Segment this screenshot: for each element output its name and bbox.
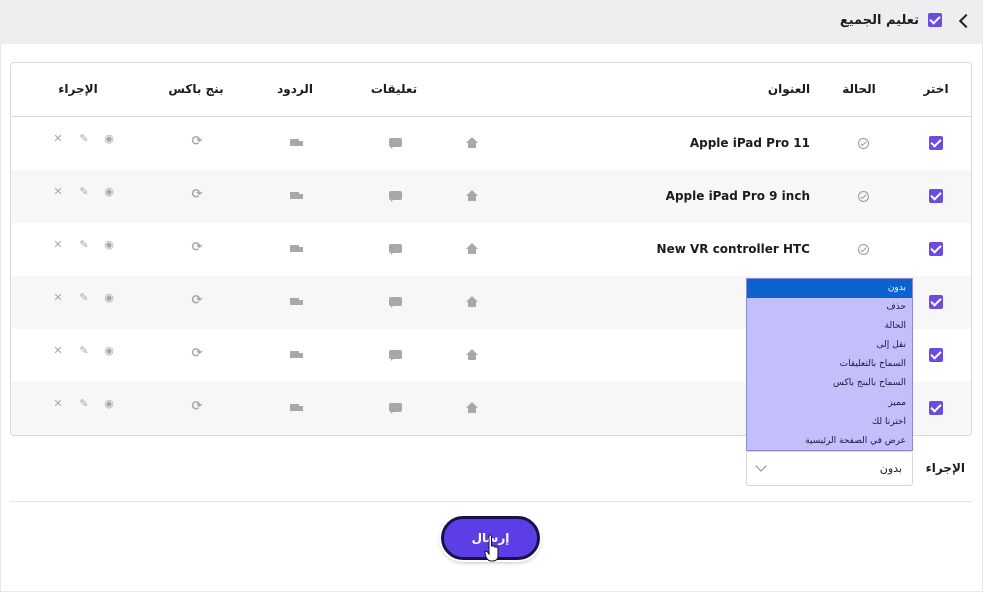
dropdown-option[interactable]: الحالة <box>747 317 912 336</box>
col-comments: تعليقات <box>370 82 418 96</box>
dropdown-option[interactable]: مميز <box>747 394 912 413</box>
view-icon[interactable]: ◉ <box>103 345 115 357</box>
dropdown-option[interactable]: اخترنا لك <box>747 413 912 432</box>
check-circle-icon <box>858 244 869 255</box>
view-icon[interactable]: ◉ <box>103 133 115 145</box>
dropdown-option[interactable]: السماح بالبنج باكس <box>747 374 912 393</box>
check-circle-icon <box>858 138 869 149</box>
col-select: اختر <box>923 82 949 96</box>
edit-icon[interactable]: ✎ <box>78 398 90 410</box>
home-icon[interactable] <box>465 190 479 202</box>
chevron-down-icon <box>755 460 767 472</box>
delete-icon[interactable]: ✕ <box>52 345 64 357</box>
sync-icon[interactable]: ⟳ <box>190 188 204 202</box>
truck-icon[interactable] <box>290 192 303 200</box>
row-checkbox[interactable] <box>929 401 943 415</box>
row-checkbox[interactable] <box>929 189 943 203</box>
top-bar: تعليم الجميع <box>0 0 983 44</box>
home-icon[interactable] <box>465 349 479 361</box>
view-icon[interactable]: ◉ <box>103 186 115 198</box>
comment-icon[interactable] <box>389 403 402 414</box>
col-title: العنوان <box>767 82 811 96</box>
table-header: اختر الحالة العنوان تعليقات الردود بنج ب… <box>11 63 971 117</box>
home-icon[interactable] <box>465 243 479 255</box>
home-icon[interactable] <box>465 402 479 414</box>
delete-icon[interactable]: ✕ <box>52 186 64 198</box>
view-icon[interactable]: ◉ <box>103 292 115 304</box>
delete-icon[interactable]: ✕ <box>52 398 64 410</box>
dropdown-option[interactable]: بدون <box>747 279 912 299</box>
delete-icon[interactable]: ✕ <box>52 239 64 251</box>
bulk-action-label: الإجراء <box>925 461 965 475</box>
truck-icon[interactable] <box>290 139 303 147</box>
edit-icon[interactable]: ✎ <box>78 239 90 251</box>
comment-icon[interactable] <box>389 191 402 202</box>
edit-icon[interactable]: ✎ <box>78 186 90 198</box>
dropdown-option[interactable]: نقل إلى <box>747 336 912 355</box>
chevron-left-icon[interactable] <box>958 12 976 30</box>
col-action: الإجراء <box>58 82 98 96</box>
hand-cursor-icon <box>484 534 500 562</box>
dropdown-option[interactable]: حذف <box>747 298 912 317</box>
sync-icon[interactable]: ⟳ <box>190 400 204 414</box>
sync-icon[interactable]: ⟳ <box>190 347 204 361</box>
sync-icon[interactable]: ⟳ <box>190 135 204 149</box>
comment-icon[interactable] <box>389 350 402 361</box>
comment-icon[interactable] <box>389 244 402 255</box>
col-replies: الردود <box>277 82 313 96</box>
edit-icon[interactable]: ✎ <box>78 133 90 145</box>
divider <box>10 501 972 502</box>
table-row: New VR controller HTC ⟳ ◉ ✎ ✕ <box>11 223 971 276</box>
comment-icon[interactable] <box>389 138 402 149</box>
bulk-action-selected-value: بدون <box>879 462 902 475</box>
table-row: Apple iPad Pro 9 inch ⟳ ◉ ✎ ✕ <box>11 170 971 223</box>
delete-icon[interactable]: ✕ <box>52 292 64 304</box>
row-title[interactable]: Apple iPad Pro 9 inch <box>666 189 810 203</box>
row-checkbox[interactable] <box>929 136 943 150</box>
bulk-action-select[interactable]: بدون <box>746 451 913 486</box>
col-status: الحالة <box>842 82 876 96</box>
dropdown-option[interactable]: عرض في الصفحة الرئيسية <box>747 432 912 451</box>
bulk-action-dropdown-list[interactable]: بدون حذف الحالة نقل إلى السماح بالتعليقات الس… <box>746 278 913 451</box>
col-pingbacks: بنج باكس <box>168 82 224 96</box>
truck-icon[interactable] <box>290 351 303 359</box>
check-circle-icon <box>858 191 869 202</box>
home-icon[interactable] <box>465 137 479 149</box>
select-all-checkbox[interactable] <box>928 13 942 27</box>
view-icon[interactable]: ◉ <box>103 398 115 410</box>
truck-icon[interactable] <box>290 298 303 306</box>
edit-icon[interactable]: ✎ <box>78 345 90 357</box>
table-row: Apple iPad Pro 11 ⟳ ◉ ✎ ✕ <box>11 117 971 170</box>
dropdown-option[interactable]: السماح بالتعليقات <box>747 355 912 374</box>
row-title[interactable]: Apple iPad Pro 11 <box>690 136 810 150</box>
truck-icon[interactable] <box>290 245 303 253</box>
row-checkbox[interactable] <box>929 348 943 362</box>
sync-icon[interactable]: ⟳ <box>190 241 204 255</box>
comment-icon[interactable] <box>389 297 402 308</box>
sync-icon[interactable]: ⟳ <box>190 294 204 308</box>
view-icon[interactable]: ◉ <box>103 239 115 251</box>
delete-icon[interactable]: ✕ <box>52 133 64 145</box>
row-checkbox[interactable] <box>929 295 943 309</box>
row-checkbox[interactable] <box>929 242 943 256</box>
truck-icon[interactable] <box>290 404 303 412</box>
edit-icon[interactable]: ✎ <box>78 292 90 304</box>
select-all-label: تعليم الجميع <box>839 13 919 28</box>
row-title[interactable]: New VR controller HTC <box>657 242 810 256</box>
home-icon[interactable] <box>465 296 479 308</box>
